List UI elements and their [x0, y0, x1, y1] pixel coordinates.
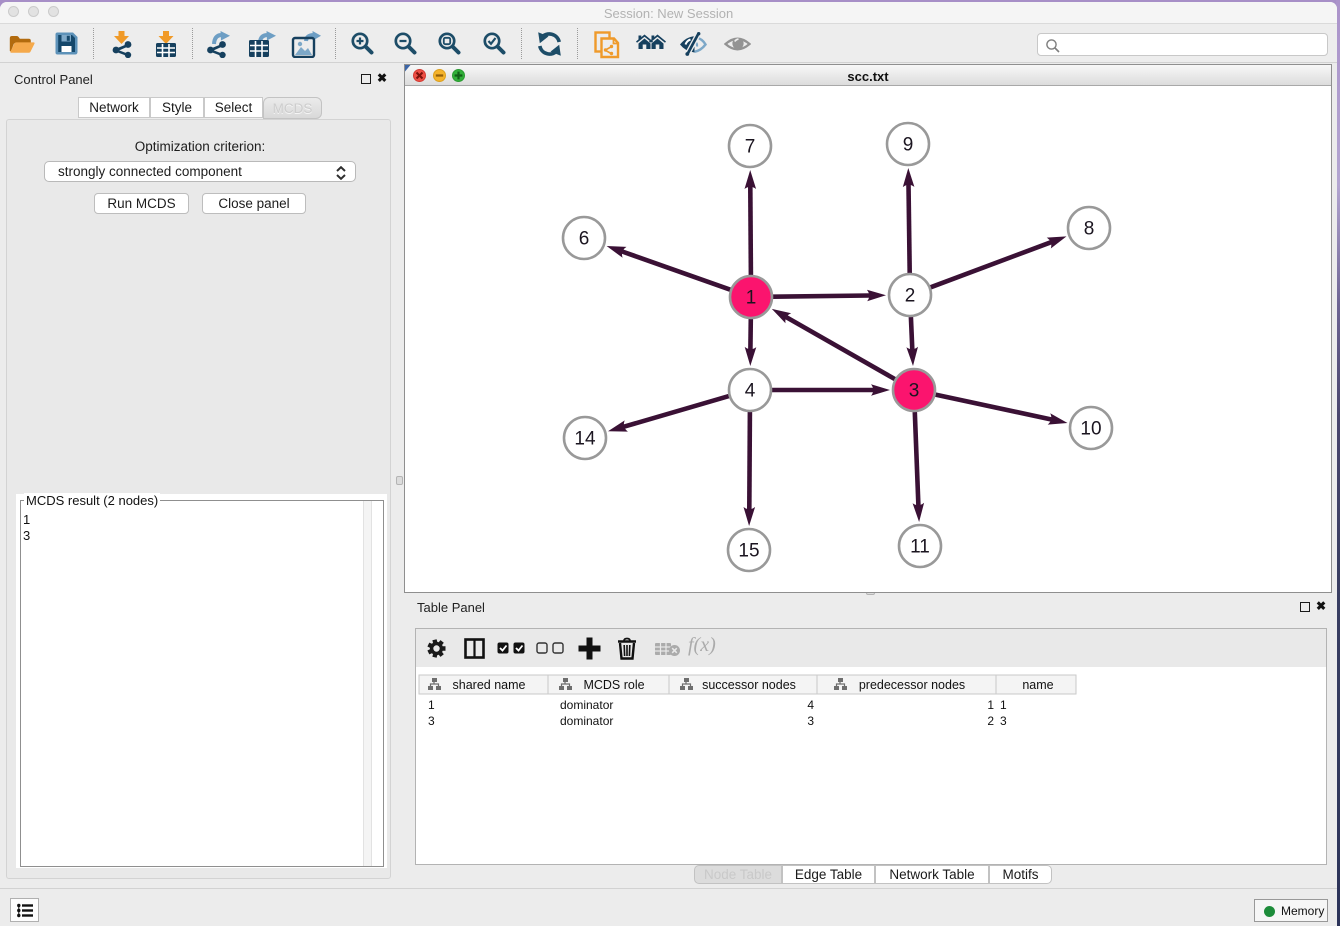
svg-text:4: 4: [745, 381, 756, 402]
svg-text:15: 15: [738, 541, 759, 562]
svg-text:1: 1: [1000, 698, 1007, 712]
svg-text:3: 3: [428, 714, 435, 728]
svg-text:10: 10: [1080, 419, 1101, 440]
svg-text:1: 1: [428, 698, 435, 712]
svg-text:11: 11: [910, 537, 930, 558]
svg-text:3: 3: [1000, 714, 1007, 728]
svg-text:8: 8: [1084, 219, 1095, 240]
svg-text:dominator: dominator: [560, 698, 613, 712]
svg-text:9: 9: [903, 135, 914, 156]
svg-text:name: name: [1022, 678, 1053, 692]
svg-text:2: 2: [987, 714, 994, 728]
svg-text:4: 4: [807, 698, 814, 712]
svg-text:3: 3: [909, 381, 920, 402]
svg-text:shared name: shared name: [453, 678, 526, 692]
svg-text:1: 1: [746, 288, 757, 309]
svg-text:predecessor nodes: predecessor nodes: [859, 678, 965, 692]
svg-text:MCDS role: MCDS role: [583, 678, 644, 692]
svg-text:14: 14: [574, 429, 596, 450]
svg-text:7: 7: [745, 137, 756, 158]
svg-text:dominator: dominator: [560, 714, 613, 728]
svg-text:2: 2: [905, 286, 916, 307]
svg-text:3: 3: [807, 714, 814, 728]
svg-text:successor nodes: successor nodes: [702, 678, 796, 692]
svg-text:6: 6: [579, 229, 590, 250]
svg-text:1: 1: [987, 698, 994, 712]
